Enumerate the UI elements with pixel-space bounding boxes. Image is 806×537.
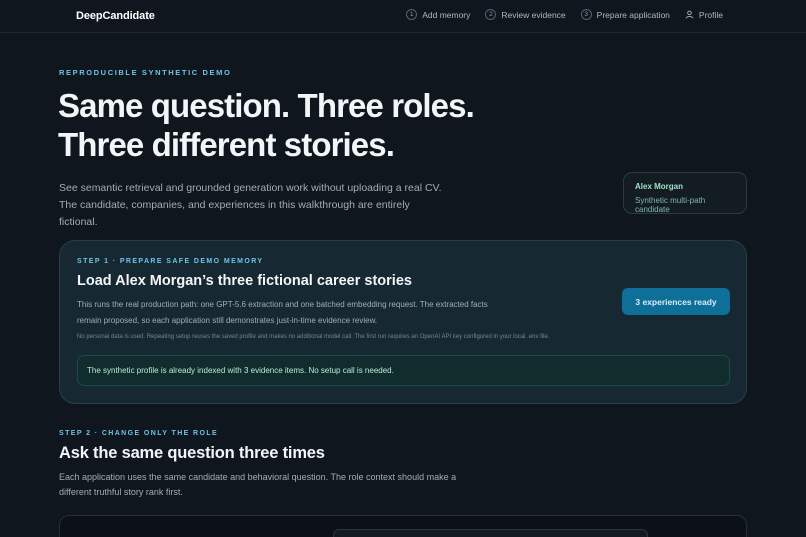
nav-profile[interactable]: Profile bbox=[685, 10, 723, 20]
step2-inner-panel bbox=[333, 529, 648, 537]
nav-label: Profile bbox=[698, 9, 723, 20]
title-line-2: Three different stories. bbox=[58, 126, 395, 163]
nav-label: Prepare application bbox=[596, 9, 670, 20]
step1-body: This runs the real production path: one … bbox=[77, 300, 488, 325]
hero-eyebrow: REPRODUCIBLE SYNTHETIC DEMO bbox=[59, 68, 232, 77]
title-line-1: Same question. Three roles. bbox=[58, 87, 475, 124]
step1-card: STEP 1 · PREPARE SAFE DEMO MEMORY Load A… bbox=[59, 240, 747, 404]
page-title: Same question. Three roles. Three differ… bbox=[58, 86, 475, 164]
candidate-name: Alex Morgan bbox=[635, 182, 684, 191]
experiences-ready-button[interactable]: 3 experiences ready bbox=[622, 288, 730, 315]
step2-title: Ask the same question three times bbox=[59, 444, 325, 462]
status-banner: The synthetic profile is already indexed… bbox=[77, 355, 730, 386]
nav-label: Review evidence bbox=[501, 9, 566, 20]
step-number-2: 2 bbox=[485, 9, 497, 20]
step2-body: Each application uses the same candidate… bbox=[59, 472, 457, 497]
step2-eyebrow: STEP 2 · CHANGE ONLY THE ROLE bbox=[59, 430, 219, 437]
step-number-1: 1 bbox=[406, 9, 418, 20]
nav-review-evidence[interactable]: 2 Review evidence bbox=[485, 9, 566, 20]
step1-title: Load Alex Morgan’s three fictional caree… bbox=[77, 273, 412, 289]
nav-links: 1 Add memory 2 Review evidence 3 Prepare… bbox=[406, 9, 723, 20]
user-icon bbox=[685, 10, 694, 19]
hero-subtitle: See semantic retrieval and grounded gene… bbox=[59, 182, 442, 228]
candidate-card: Alex Morgan Synthetic multi-path candida… bbox=[623, 172, 747, 214]
nav-prepare-application[interactable]: 3 Prepare application bbox=[580, 9, 670, 20]
candidate-description: Synthetic multi-path candidate bbox=[635, 196, 706, 214]
step2-panel bbox=[59, 515, 747, 537]
step1-note: No personal data is used. Repeating setu… bbox=[77, 334, 550, 340]
step-number-3: 3 bbox=[580, 9, 592, 20]
nav-add-memory[interactable]: 1 Add memory bbox=[406, 9, 470, 20]
brand-logo[interactable]: DeepCandidate bbox=[76, 10, 155, 22]
top-navbar: DeepCandidate 1 Add memory 2 Review evid… bbox=[0, 0, 806, 33]
nav-label: Add memory bbox=[422, 9, 471, 20]
step1-eyebrow: STEP 1 · PREPARE SAFE DEMO MEMORY bbox=[77, 258, 264, 265]
